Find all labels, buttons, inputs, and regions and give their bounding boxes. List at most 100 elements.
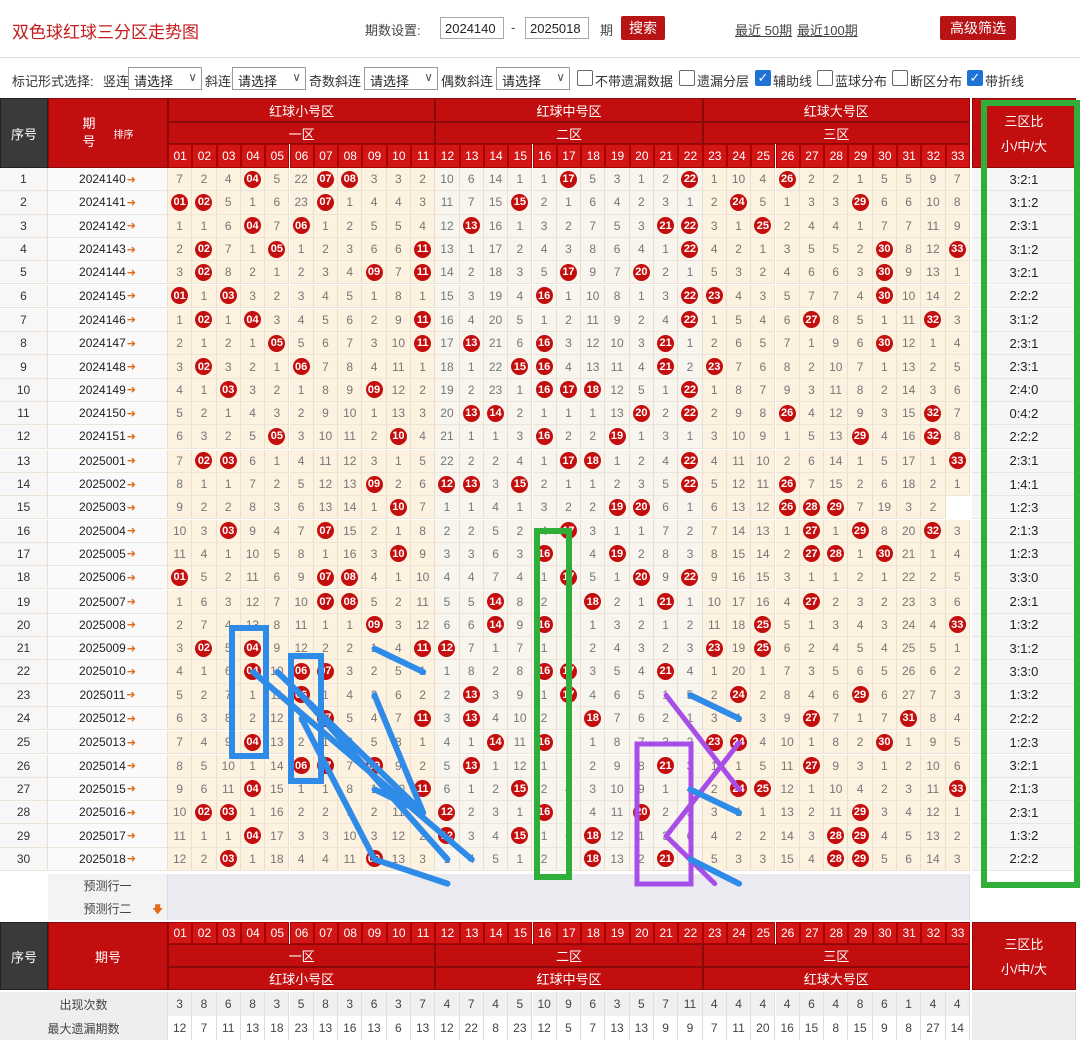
row-seq: 24 bbox=[0, 706, 48, 731]
checkbox-polyline[interactable]: ✓ bbox=[967, 70, 983, 86]
checkbox-aux-line[interactable]: ✓ bbox=[755, 70, 771, 86]
recent-100-link[interactable]: 最近100期 bbox=[797, 20, 858, 39]
row-period: 2025015 ➜ bbox=[48, 777, 168, 802]
cell: 2 bbox=[678, 613, 703, 637]
cell: 1 bbox=[751, 801, 776, 825]
cell: 29 bbox=[848, 847, 873, 871]
checkbox-zone-break[interactable] bbox=[892, 70, 908, 86]
stat-value: 9 bbox=[556, 992, 582, 1016]
cell: 11 bbox=[702, 613, 727, 637]
cell: 1 bbox=[945, 261, 970, 285]
red-ball: 17 bbox=[559, 686, 577, 704]
cell: 2 bbox=[775, 449, 800, 473]
cell: 14 bbox=[483, 590, 509, 614]
cell: 4 bbox=[459, 566, 484, 590]
advanced-filter-button[interactable]: 高级筛选 bbox=[940, 16, 1016, 40]
footer-number-30: 30 bbox=[872, 922, 897, 944]
checkbox-blue-ball-label: 蓝球分布 bbox=[835, 74, 888, 89]
stat-value: 18 bbox=[265, 1016, 290, 1040]
cell: 3 bbox=[799, 824, 825, 848]
row-ratio: 0:4:2 bbox=[971, 402, 1076, 426]
cell: 2 bbox=[799, 168, 825, 192]
red-ball: 06 bbox=[292, 217, 310, 235]
cell: 4 bbox=[751, 168, 776, 192]
cell: 28 bbox=[824, 824, 849, 848]
cell: 22 bbox=[678, 308, 703, 333]
cell: 5 bbox=[483, 519, 509, 543]
cell: 1 bbox=[168, 308, 193, 333]
period-to-input[interactable]: 2025018 bbox=[525, 17, 589, 39]
period-from-input[interactable]: 2024140 bbox=[440, 17, 504, 39]
cell: 2 bbox=[386, 590, 411, 614]
cell: 4 bbox=[945, 706, 970, 731]
cell: 13 bbox=[240, 613, 266, 637]
cell: 02 bbox=[192, 801, 217, 825]
checkbox-no-missing[interactable] bbox=[577, 70, 593, 86]
cell: 2 bbox=[508, 519, 533, 543]
cell: 21 bbox=[435, 425, 460, 449]
cell: 12 bbox=[921, 801, 946, 825]
cell: 3 bbox=[897, 496, 922, 520]
cell: 1 bbox=[192, 332, 217, 356]
cell: 11 bbox=[411, 237, 436, 262]
row-seq: 17 bbox=[0, 542, 48, 567]
cell: 11 bbox=[216, 777, 241, 802]
checkbox-missing-layer[interactable] bbox=[679, 70, 695, 86]
checkbox-blue-ball[interactable] bbox=[817, 70, 833, 86]
cell: 03 bbox=[216, 284, 241, 308]
down-arrow-icon[interactable]: 🡇 bbox=[152, 901, 163, 920]
cell: 3 bbox=[411, 191, 436, 215]
cell: 14 bbox=[921, 847, 946, 871]
cell: 21 bbox=[654, 847, 679, 871]
cell: 1 bbox=[313, 777, 339, 802]
cell: 4 bbox=[848, 777, 873, 802]
red-ball: 02 bbox=[195, 263, 213, 281]
cell: 2 bbox=[168, 237, 193, 262]
red-ball: 30 bbox=[875, 240, 893, 258]
row-seq: 26 bbox=[0, 754, 48, 778]
search-button[interactable]: 搜索 bbox=[621, 16, 665, 40]
cell: 6 bbox=[897, 847, 922, 871]
row-seq: 10 bbox=[0, 378, 48, 402]
cell: 13 bbox=[459, 706, 484, 731]
row-seq: 2 bbox=[0, 191, 48, 215]
cell: 3 bbox=[411, 402, 436, 426]
vertical-select[interactable]: 请选择 bbox=[128, 67, 202, 90]
cell: 3 bbox=[581, 777, 606, 802]
cell: 13 bbox=[459, 402, 484, 426]
row-seq: 7 bbox=[0, 308, 48, 333]
number-header-16: 16 bbox=[532, 144, 557, 168]
cell: 4 bbox=[386, 637, 411, 661]
cell: 7 bbox=[897, 214, 922, 238]
cell: 2 bbox=[411, 683, 436, 707]
arrow-icon: ➜ bbox=[126, 665, 136, 678]
stat-value: 6 bbox=[362, 992, 387, 1016]
cell: 8 bbox=[726, 378, 752, 402]
cell: 9 bbox=[629, 777, 654, 802]
cell: 6 bbox=[483, 542, 509, 567]
cell: 3 bbox=[605, 168, 630, 192]
red-ball: 21 bbox=[657, 850, 675, 868]
even-diagonal-select[interactable]: 请选择 bbox=[496, 67, 570, 90]
sort-toggle[interactable]: 排序 bbox=[114, 126, 134, 141]
cell: 12 bbox=[921, 237, 946, 262]
cell: 5 bbox=[629, 378, 654, 402]
cell: 2 bbox=[168, 332, 193, 356]
cell: 7 bbox=[168, 731, 193, 755]
footer-number-23: 23 bbox=[702, 922, 727, 944]
diagonal-select[interactable]: 请选择 bbox=[232, 67, 306, 90]
cell: 28 bbox=[824, 847, 849, 871]
arrow-icon: ➜ bbox=[126, 430, 136, 443]
cell: 2 bbox=[313, 801, 339, 825]
cell: 3 bbox=[313, 261, 339, 285]
cell: 07 bbox=[313, 754, 339, 778]
cell: 6 bbox=[872, 472, 897, 497]
cell: 26 bbox=[775, 168, 800, 192]
cell: 1 bbox=[799, 777, 825, 802]
cell: 3 bbox=[605, 613, 630, 637]
row-period: 2024142 ➜ bbox=[48, 214, 168, 238]
odd-diagonal-select[interactable]: 请选择 bbox=[364, 67, 438, 90]
recent-50-link[interactable]: 最近 50期 bbox=[735, 20, 792, 39]
cell: 6 bbox=[726, 332, 752, 356]
cell: 1 bbox=[192, 660, 217, 684]
